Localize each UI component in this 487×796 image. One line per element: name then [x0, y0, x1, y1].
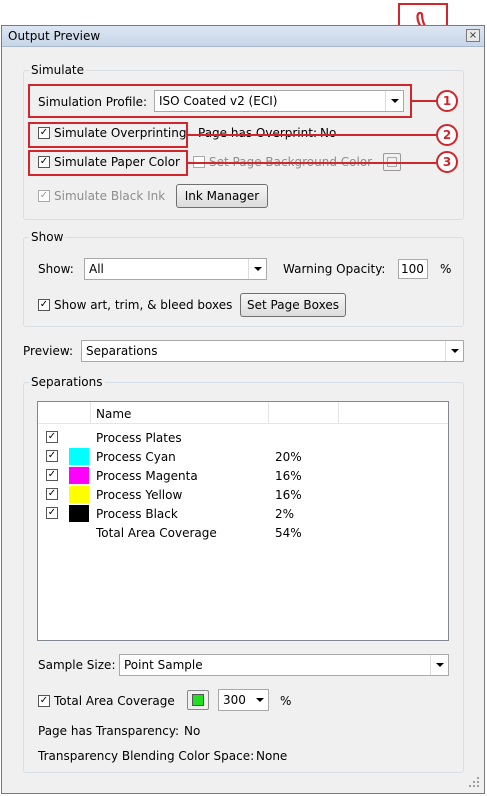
callout-box-1 [28, 84, 412, 118]
callout-line-2 [188, 134, 436, 136]
sample-size-select[interactable]: Point Sample [119, 654, 449, 676]
ink-manager-button[interactable]: Ink Manager [176, 184, 268, 208]
show-group-label: Show [29, 230, 66, 244]
separation-coverage: 16% [275, 469, 302, 483]
show-label: Show: [38, 262, 74, 276]
simulate-black-ink-checkbox[interactable]: ✓ [38, 190, 50, 202]
callout-box-2 [28, 122, 188, 148]
column-header-name[interactable]: Name [96, 407, 131, 421]
separation-coverage: 2% [275, 507, 295, 521]
callout-badge-3: 3 [436, 151, 458, 173]
separation-row[interactable]: ✓ Process Magenta 16% [38, 467, 448, 486]
separation-checkbox[interactable]: ✓ [46, 507, 58, 519]
separation-name: Process Yellow [96, 488, 183, 502]
title-bar[interactable]: Output Preview × [2, 26, 484, 47]
separation-name: Process Cyan [96, 450, 176, 464]
preview-select[interactable]: Separations [81, 340, 464, 362]
coverage-threshold-select[interactable]: 300 [218, 689, 269, 711]
separation-row[interactable]: ✓ Process Yellow 16% [38, 486, 448, 505]
coverage-percent: % [280, 694, 292, 708]
chevron-down-icon [445, 341, 463, 361]
separation-checkbox[interactable]: ✓ [46, 450, 58, 462]
chevron-down-icon [248, 259, 266, 279]
window-title: Output Preview [8, 29, 101, 43]
ink-color-swatch [69, 505, 89, 522]
show-select[interactable]: All [84, 258, 267, 280]
separation-checkbox[interactable]: ✓ [46, 469, 58, 481]
show-value: All [89, 262, 104, 276]
set-page-boxes-button[interactable]: Set Page Boxes [240, 293, 346, 317]
show-boxes-label: Show art, trim, & bleed boxes [54, 298, 233, 312]
chevron-down-icon [430, 655, 448, 675]
page-has-overprint-value: No [320, 126, 337, 140]
separation-row[interactable]: ✓ Process Black 2% [38, 505, 448, 524]
separation-coverage: 20% [275, 450, 302, 464]
page-has-overprint-label: Page has Overprint: [198, 126, 317, 140]
separation-name: Process Black [96, 507, 178, 521]
simulate-group-label: Simulate [29, 63, 87, 77]
preview-label: Preview: [23, 344, 74, 358]
ink-color-swatch [69, 467, 89, 484]
separations-group-label: Separations [29, 375, 105, 389]
coverage-color-swatch[interactable] [187, 690, 209, 710]
simulate-black-ink-label: Simulate Black Ink [54, 189, 166, 203]
transparency-blending-label: Transparency Blending Color Space: [38, 749, 255, 763]
show-boxes-checkbox[interactable]: ✓ [38, 299, 50, 311]
separation-name: Process Plates [96, 431, 182, 445]
separation-coverage: 54% [275, 526, 302, 540]
separations-table[interactable]: Name ✓ Process Plates ✓ Process Cyan 20% ✓ Pro… [37, 401, 449, 641]
separation-coverage: 16% [275, 488, 302, 502]
callout-box-3 [28, 150, 188, 176]
table-header: Name [38, 402, 448, 424]
transparency-blending-value: None [256, 749, 288, 763]
sample-size-label: Sample Size: [38, 658, 116, 672]
callout-line-3 [188, 162, 436, 164]
preview-value: Separations [86, 344, 158, 358]
total-area-coverage-label: Total Area Coverage [54, 694, 175, 708]
warning-opacity-label: Warning Opacity: [283, 262, 386, 276]
warning-opacity-percent: % [440, 262, 452, 276]
ink-color-swatch [69, 448, 89, 465]
page-has-transparency-label: Page has Transparency: [38, 724, 180, 738]
total-area-coverage-checkbox[interactable]: ✓ [38, 695, 50, 707]
separation-name: Total Area Coverage [96, 526, 217, 540]
separation-name: Process Magenta [96, 469, 198, 483]
separation-row[interactable]: Total Area Coverage 54% [38, 524, 448, 543]
callout-line-1 [412, 100, 436, 102]
chevron-down-icon [251, 690, 268, 710]
warning-opacity-input[interactable]: 100 [398, 259, 428, 279]
sample-size-value: Point Sample [124, 658, 203, 672]
resize-grip[interactable] [468, 776, 480, 788]
separation-checkbox[interactable]: ✓ [46, 488, 58, 500]
callout-badge-2: 2 [436, 124, 458, 146]
warning-opacity-value: 100 [401, 262, 424, 276]
separation-row[interactable]: ✓ Process Plates [38, 429, 448, 448]
close-button[interactable]: × [466, 29, 480, 42]
resize-grip-icon [469, 777, 479, 787]
page-has-transparency-value: No [184, 724, 201, 738]
ink-color-swatch [69, 486, 89, 503]
callout-badge-1: 1 [436, 90, 458, 112]
separation-checkbox[interactable]: ✓ [46, 431, 58, 443]
separation-row[interactable]: ✓ Process Cyan 20% [38, 448, 448, 467]
coverage-threshold-value: 300 [223, 693, 246, 707]
